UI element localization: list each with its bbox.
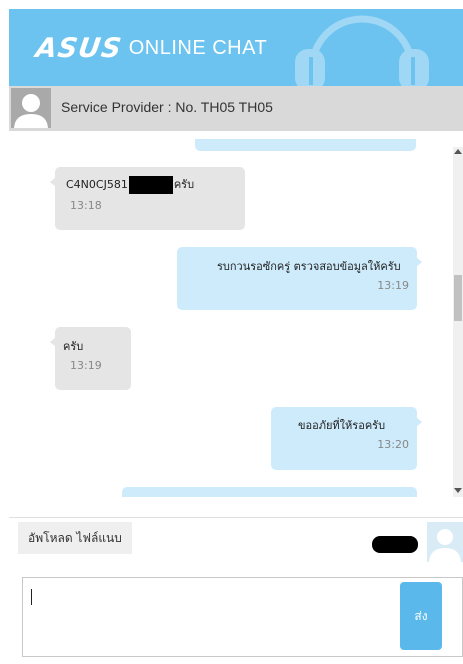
message-bubble-outgoing: รบกวนรอซักครู่ ตรวจสอบข้อมูลให้ครับ 13:1…	[177, 247, 422, 310]
message-time: 13:20	[377, 438, 409, 451]
message-time: 13:19	[70, 359, 102, 372]
chat-messages-area[interactable]: C4N0CJ581 ครับ 13:18 รบกวนรอซักครู่ ตรวจส…	[9, 139, 453, 497]
message-text: C4N0CJ581 ครับ	[66, 175, 194, 194]
scroll-thumb[interactable]	[454, 275, 462, 321]
send-button[interactable]: ส่ง	[400, 582, 442, 650]
text-caret	[31, 589, 32, 605]
provider-bar: Service Provider : No. TH05 TH05	[9, 86, 463, 131]
message-text: รบกวนรอซักครู่ ตรวจสอบข้อมูลให้ครับ	[217, 260, 401, 273]
bubble-tail	[50, 177, 56, 187]
message-text: ขออภัยที่ให้รอครับ	[298, 419, 386, 432]
scroll-down-arrow-icon[interactable]	[454, 488, 462, 493]
message-bubble-incoming: ครับ 13:19	[50, 327, 131, 390]
header-title: ONLINE CHAT	[128, 37, 268, 59]
message-bubble-outgoing: ขออภัยที่ให้รอครับ 13:20	[271, 407, 422, 470]
message-bubble-incoming: C4N0CJ581 ครับ 13:18	[50, 167, 245, 230]
chat-header: ASUS ONLINE CHAT	[9, 9, 463, 86]
bubble-tail	[50, 337, 56, 347]
message-bubble-partial	[195, 139, 416, 151]
headset-icon	[295, 15, 429, 86]
chat-scrollbar[interactable]	[453, 147, 463, 497]
bubble-tail	[416, 417, 422, 427]
message-time: 13:18	[70, 199, 102, 212]
redacted-user-name	[372, 536, 418, 553]
redacted-block	[128, 176, 173, 194]
provider-avatar-icon	[11, 88, 51, 128]
provider-label: Service Provider : No. TH05 TH05	[61, 99, 273, 115]
message-bubble-partial	[122, 487, 417, 497]
upload-row: อัพโหลด ไฟล์แนบ	[9, 517, 463, 563]
scroll-up-arrow-icon[interactable]	[454, 149, 462, 154]
asus-logo: ASUS ONLINE CHAT	[33, 33, 268, 64]
message-input[interactable]: ส่ง	[22, 577, 463, 657]
message-time: 13:19	[377, 279, 409, 292]
message-text: ครับ	[63, 340, 84, 353]
bubble-tail	[416, 257, 422, 267]
upload-attachment-button[interactable]: อัพโหลด ไฟล์แนบ	[18, 522, 132, 554]
user-avatar-icon	[427, 522, 463, 562]
brand-logo-text: ASUS	[33, 33, 124, 64]
